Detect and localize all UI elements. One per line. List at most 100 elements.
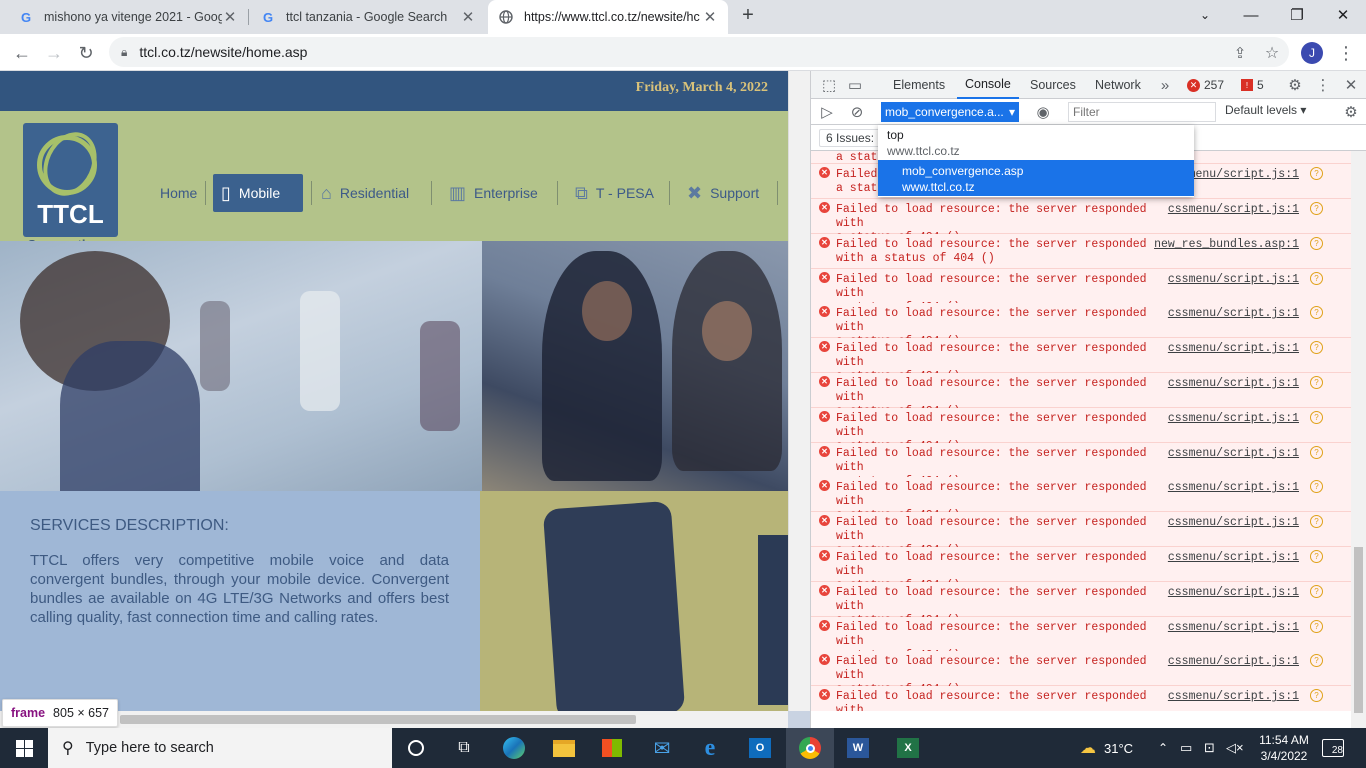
page-horizontal-scrollbar[interactable] — [0, 711, 788, 728]
menu-kebab-icon[interactable]: ⋮ — [1332, 39, 1360, 67]
weather-widget[interactable]: ☁ 31°C — [1080, 728, 1133, 768]
tab-network[interactable]: Network — [1095, 71, 1141, 99]
close-tab-icon[interactable]: ✕ — [222, 8, 238, 26]
log-source-link[interactable]: cssmenu/script.js:1 — [1168, 481, 1299, 494]
log-source-link[interactable]: new_res_bundles.asp:1 — [1154, 238, 1299, 251]
close-window-button[interactable]: ✕ — [1320, 0, 1366, 30]
nav-tpesa[interactable]: ⧉ T - PESA — [567, 174, 662, 212]
log-source-link[interactable]: cssmenu/script.js:1 — [1168, 307, 1299, 320]
lock-icon[interactable]: 🔒︎ — [121, 45, 127, 60]
issue-count-badge[interactable]: ! 5 — [1241, 76, 1264, 94]
log-source-link[interactable]: cssmenu/script.js:1 — [1168, 655, 1299, 668]
console-scrollbar[interactable] — [1351, 151, 1366, 728]
insights-icon[interactable]: ? — [1310, 480, 1323, 494]
console-error-row[interactable]: ✕ Failed to load resource: the server res… — [811, 686, 1351, 711]
file-explorer-icon[interactable] — [540, 728, 588, 768]
edge-icon[interactable] — [490, 728, 538, 768]
insights-icon[interactable]: ? — [1310, 306, 1323, 320]
forward-arrow-icon[interactable]: → — [40, 39, 68, 67]
reload-icon[interactable]: ↻ — [72, 39, 100, 67]
log-source-link[interactable]: cssmenu/script.js:1 — [1168, 412, 1299, 425]
insights-icon[interactable]: ? — [1310, 271, 1323, 285]
console-error-row[interactable]: ✕ Failed to load resource: the server res… — [811, 547, 1351, 592]
console-error-row[interactable]: ✕ Failed to load resource: the server res… — [811, 512, 1351, 557]
battery-icon[interactable]: ▭ — [1180, 728, 1192, 768]
profile-avatar[interactable]: J — [1298, 39, 1326, 67]
restore-button[interactable]: ❐ — [1274, 0, 1320, 30]
tab-sources[interactable]: Sources — [1030, 71, 1076, 99]
task-view-icon[interactable]: ⧉ — [440, 728, 488, 768]
error-count-badge[interactable]: ✕ 257 — [1187, 76, 1224, 94]
scroll-thumb[interactable] — [120, 715, 636, 724]
inspect-element-icon[interactable]: ⬚ — [819, 75, 839, 95]
nav-support[interactable]: ✖︎ Support — [679, 174, 767, 212]
context-selector[interactable]: mob_convergence.a... ▾ — [881, 102, 1019, 122]
console-error-row[interactable]: ✕ Failed to load resource: the server res… — [811, 338, 1351, 383]
internet-explorer-icon[interactable]: e — [686, 728, 734, 768]
browser-tab-3-active[interactable]: https://www.ttcl.co.tz/newsite/hc ✕ — [488, 0, 728, 34]
url-text[interactable]: ttcl.co.tz/newsite/home.asp — [139, 44, 307, 60]
device-toolbar-icon[interactable]: ▭ — [845, 75, 865, 95]
mail-icon[interactable]: ✉ — [638, 728, 686, 768]
log-source-link[interactable]: cssmenu/script.js:1 — [1168, 690, 1299, 703]
console-settings-gear-icon[interactable]: ⚙ — [1341, 102, 1361, 122]
share-icon[interactable]: ⇪ — [1226, 39, 1254, 67]
insights-icon[interactable]: ? — [1310, 202, 1323, 215]
start-button[interactable] — [0, 728, 48, 768]
log-source-link[interactable]: cssmenu/script.js:1 — [1168, 447, 1299, 460]
clear-console-icon[interactable]: ⊘ — [847, 102, 867, 122]
context-option-top[interactable]: top — [887, 128, 904, 142]
show-hidden-icons-chevron-icon[interactable]: ⌃ — [1158, 728, 1168, 768]
log-source-link[interactable]: cssmenu/script.js:1 — [1168, 273, 1299, 286]
minimize-button[interactable]: — — [1228, 0, 1274, 30]
browser-tab-2[interactable]: G ttcl tanzania - Google Search ✕ — [250, 0, 486, 34]
network-icon[interactable]: ⊡ — [1204, 728, 1215, 768]
insights-icon[interactable]: ? — [1310, 376, 1323, 389]
new-tab-button[interactable]: + — [730, 0, 766, 30]
console-error-row[interactable]: ✕ Failed to load resource: the server res… — [811, 268, 1351, 314]
console-error-row[interactable]: ✕ Failed to load resource: the server res… — [811, 581, 1351, 627]
close-tab-icon[interactable]: ✕ — [460, 8, 476, 26]
insights-icon[interactable]: ? — [1310, 410, 1323, 424]
close-tab-icon[interactable]: ✕ — [702, 8, 718, 26]
console-error-row[interactable]: ✕ Failed to load resource: the server res… — [811, 442, 1351, 488]
log-source-link[interactable]: cssmenu/script.js:1 — [1168, 516, 1299, 529]
insights-icon[interactable]: ? — [1310, 515, 1323, 529]
insights-icon[interactable]: ? — [1310, 445, 1323, 459]
volume-muted-icon[interactable]: ◁× — [1226, 728, 1244, 768]
insights-icon[interactable]: ? — [1310, 654, 1323, 668]
console-error-row[interactable]: ✕ Failed to load resource: the server res… — [811, 651, 1351, 696]
sidebar-toggle-icon[interactable]: ▷ — [817, 102, 837, 122]
live-expression-eye-icon[interactable]: ◉ — [1033, 102, 1053, 122]
console-error-row[interactable]: ✕ Failed to load resource: the server res… — [811, 477, 1351, 522]
tab-search-icon[interactable]: ⌄ — [1182, 0, 1228, 30]
scroll-thumb[interactable] — [1354, 547, 1363, 713]
address-bar[interactable]: 🔒︎ ttcl.co.tz/newsite/home.asp — [109, 37, 1289, 67]
console-error-row[interactable]: ✕ Failed to load resource: the server res… — [811, 407, 1351, 453]
console-error-row[interactable]: ✕ Failed to load resource: the server res… — [811, 303, 1351, 348]
console-error-row[interactable]: ✕ Failed to load resource: the server res… — [811, 199, 1351, 244]
log-source-link[interactable]: cssmenu/script.js:1 — [1168, 342, 1299, 355]
nav-enterprise[interactable]: ▥ Enterprise — [441, 174, 546, 212]
console-error-row[interactable]: ✕ Failed to load resource: the server res… — [811, 616, 1351, 662]
log-source-link[interactable]: cssmenu/script.js:1 — [1168, 377, 1299, 390]
context-option-selected[interactable]: mob_convergence.asp www.ttcl.co.tz — [878, 160, 1194, 196]
page-vertical-scrollbar[interactable] — [788, 71, 810, 711]
issues-button[interactable]: 6 Issues: — [819, 129, 882, 147]
log-source-link[interactable]: cssmenu/script.js:1 — [1168, 203, 1299, 216]
settings-gear-icon[interactable]: ⚙ — [1285, 75, 1305, 95]
bookmark-star-icon[interactable]: ☆ — [1258, 39, 1286, 67]
chrome-icon[interactable] — [786, 728, 834, 768]
log-source-link[interactable]: cssmenu/script.js:1 — [1168, 551, 1299, 564]
insights-icon[interactable]: ? — [1310, 236, 1323, 250]
tab-console[interactable]: Console — [957, 71, 1019, 99]
clock[interactable]: 11:54 AM 3/4/2022 — [1256, 728, 1312, 768]
console-error-row[interactable]: ✕ Failed to load resource: the server res… — [811, 373, 1351, 418]
taskbar-search-box[interactable]: ⚲ Type here to search — [48, 728, 392, 768]
log-source-link[interactable]: cssmenu/script.js:1 — [1168, 586, 1299, 599]
word-icon[interactable]: W — [834, 728, 882, 768]
cortana-icon[interactable] — [392, 728, 440, 768]
console-error-row[interactable]: ✕ Failed to load resource: the server res… — [811, 233, 1351, 269]
insights-icon[interactable]: ? — [1310, 584, 1323, 598]
insights-icon[interactable]: ? — [1310, 689, 1323, 703]
